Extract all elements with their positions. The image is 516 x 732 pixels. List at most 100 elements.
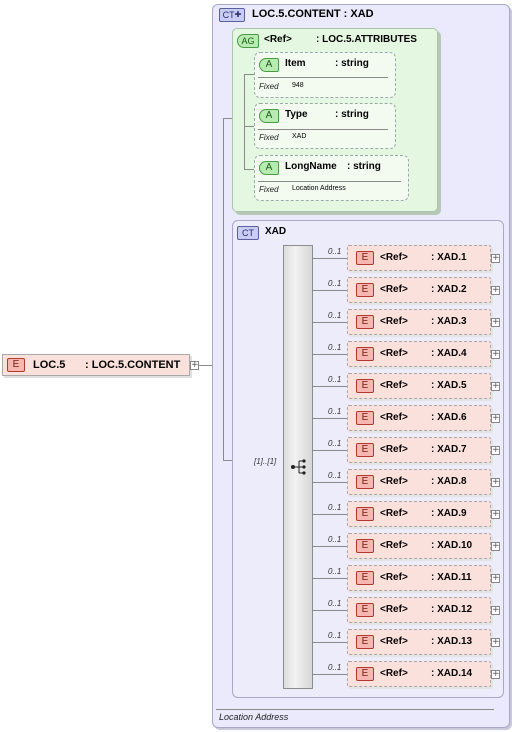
root-expand-button[interactable]: + <box>190 361 199 370</box>
element-occurrence: 0..1 <box>328 567 342 576</box>
element-type: : XAD.1 <box>431 252 467 263</box>
element-type: : XAD.8 <box>431 476 467 487</box>
element-occurrence: 0..1 <box>328 247 342 256</box>
element-box[interactable]: E <Ref> : XAD.12 <box>347 597 491 623</box>
element-ref: <Ref> <box>380 604 408 615</box>
element-type: : XAD.12 <box>431 604 473 615</box>
element-ref: <Ref> <box>380 444 408 455</box>
attribute-group-tag-icon: AG <box>237 34 259 48</box>
element-expand-button[interactable]: + <box>491 446 500 455</box>
element-occurrence: 0..1 <box>328 663 342 672</box>
element-ref: <Ref> <box>380 572 408 583</box>
element-connector <box>313 322 347 323</box>
element-type: : XAD.10 <box>431 540 473 551</box>
ct-connector-vertical <box>223 118 224 460</box>
element-box[interactable]: E <Ref>: XAD.2 <box>347 277 491 303</box>
element-expand-button[interactable]: + <box>491 254 500 263</box>
element-occurrence: 0..1 <box>328 631 342 640</box>
element-ref: <Ref> <box>380 636 408 647</box>
element-box[interactable]: E <Ref>: XAD.11 <box>347 565 491 591</box>
element-connector <box>313 354 347 355</box>
attribute-tag-icon: A <box>259 58 279 72</box>
attribute-group-type: : LOC.5.ATTRIBUTES <box>316 34 417 45</box>
element-expand-button[interactable]: + <box>491 286 500 295</box>
element-tag-icon: E <box>356 539 374 553</box>
element-expand-button[interactable]: + <box>491 350 500 359</box>
element-connector <box>313 642 347 643</box>
element-occurrence: 0..1 <box>328 343 342 352</box>
element-box[interactable]: E <Ref>: XAD.7 <box>347 437 491 463</box>
element-tag-icon: E <box>356 347 374 361</box>
element-tag-icon: E <box>356 251 374 265</box>
element-tag-icon: E <box>356 603 374 617</box>
element-connector <box>313 482 347 483</box>
element-ref: <Ref> <box>380 380 408 391</box>
element-type: : XAD.13 <box>431 636 473 647</box>
ct-outer-title: LOC.5.CONTENT : XAD <box>252 8 374 20</box>
complex-type-icon: CT ✚ <box>219 8 245 22</box>
element-connector <box>313 546 347 547</box>
attribute-longname-name: LongName <box>285 161 337 172</box>
element-expand-button[interactable]: + <box>491 414 500 423</box>
element-connector <box>313 610 347 611</box>
attribute-type-type: : string <box>335 109 369 120</box>
ct-outer-footer-divider <box>216 709 494 710</box>
sequence-occurrence: [1]..[1] <box>254 457 277 466</box>
element-expand-button[interactable]: + <box>491 382 500 391</box>
element-ref: <Ref> <box>380 316 408 327</box>
element-occurrence: 0..1 <box>328 439 342 448</box>
element-connector <box>313 514 347 515</box>
attribute-tag-icon: A <box>259 161 279 175</box>
attribute-longname-type: : string <box>347 161 381 172</box>
element-box[interactable]: E <Ref>: XAD.4 <box>347 341 491 367</box>
root-element-type: : LOC.5.CONTENT <box>85 359 181 371</box>
element-tag-icon: E <box>356 507 374 521</box>
element-expand-button[interactable]: + <box>491 638 500 647</box>
attribute-group-ref: <Ref> <box>264 34 292 45</box>
element-occurrence: 0..1 <box>328 599 342 608</box>
element-expand-button[interactable]: + <box>491 670 500 679</box>
element-expand-button[interactable]: + <box>491 574 500 583</box>
element-expand-button[interactable]: + <box>491 318 500 327</box>
element-expand-button[interactable]: + <box>491 510 500 519</box>
element-type: : XAD.5 <box>431 380 467 391</box>
attribute-tag-icon: A <box>259 109 279 123</box>
attribute-longname-fixed-label: Fixed <box>259 185 279 194</box>
element-tag-icon: E <box>356 283 374 297</box>
element-box[interactable]: E <Ref>: XAD.1 <box>347 245 491 271</box>
element-box[interactable]: E <Ref> : XAD.13 <box>347 629 491 655</box>
root-element-name: LOC.5 <box>33 359 66 371</box>
element-connector <box>313 674 347 675</box>
element-box[interactable]: E <Ref>: XAD.8 <box>347 469 491 495</box>
element-ref: <Ref> <box>380 412 408 423</box>
element-box[interactable]: E <Ref> : XAD.10 <box>347 533 491 559</box>
element-connector <box>313 386 347 387</box>
element-tag-icon: E <box>356 635 374 649</box>
element-box[interactable]: E <Ref>: XAD.5 <box>347 373 491 399</box>
ct-outer-footer: Location Address <box>219 712 289 722</box>
element-type: : XAD.4 <box>431 348 467 359</box>
element-occurrence: 0..1 <box>328 471 342 480</box>
element-ref: <Ref> <box>380 540 408 551</box>
ct-inner-title: XAD <box>265 226 287 237</box>
attribute-type-fixed-label: Fixed <box>259 133 279 142</box>
attr-connector-vertical <box>244 74 245 169</box>
element-tag-icon: E <box>356 411 374 425</box>
element-tag-icon: E <box>356 667 374 681</box>
element-expand-button[interactable]: + <box>491 542 500 551</box>
element-expand-button[interactable]: + <box>491 478 500 487</box>
element-connector <box>313 290 347 291</box>
element-expand-button[interactable]: + <box>491 606 500 615</box>
root-element-box[interactable]: E LOC.5 : LOC.5.CONTENT <box>2 354 190 376</box>
element-type: : XAD.3 <box>431 316 467 327</box>
element-box[interactable]: E <Ref> : XAD.3 <box>347 309 491 335</box>
element-occurrence: 0..1 <box>328 279 342 288</box>
element-tag-icon: E <box>356 475 374 489</box>
element-box[interactable]: E <Ref> : XAD.6 <box>347 405 491 431</box>
element-box[interactable]: E <Ref>: XAD.14 <box>347 661 491 687</box>
attribute-type-fixed-value: XAD <box>292 133 307 140</box>
element-type: : XAD.6 <box>431 412 467 423</box>
attribute-longname-fixed-value: Location Address <box>292 185 346 192</box>
element-box[interactable]: E <Ref>: XAD.9 <box>347 501 491 527</box>
element-tag-icon: E <box>356 315 374 329</box>
